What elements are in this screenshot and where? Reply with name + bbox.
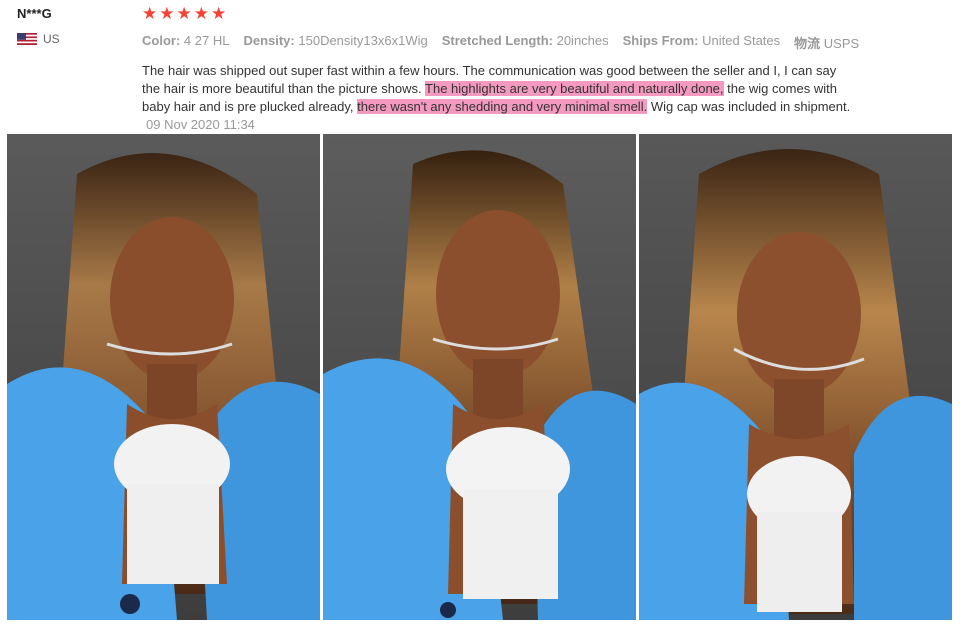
reviewer-country: US <box>17 32 60 46</box>
attribute-ships-from: Ships From: United States <box>622 33 781 48</box>
review-highlight: The highlights are very beautiful and na… <box>425 81 724 96</box>
star-icon: ★ <box>142 4 158 23</box>
reviewer-info: N***G US <box>17 6 60 46</box>
star-icon: ★ <box>176 4 192 23</box>
star-icon: ★ <box>159 4 175 23</box>
review-photos <box>7 134 952 620</box>
review-photo-2[interactable] <box>323 134 636 620</box>
reviewer-name: N***G <box>17 6 52 21</box>
review-photo-1[interactable] <box>7 134 320 620</box>
review-content: ★ ★ ★ ★ ★ Color: 4 27 HL Density: 150Den… <box>142 5 862 134</box>
attribute-length: Stretched Length: 20inches <box>441 33 609 48</box>
star-icon: ★ <box>193 4 209 23</box>
review-card: N***G US ★ ★ ★ ★ ★ Color: 4 27 HL Densit… <box>0 0 960 633</box>
attribute-density: Density: 150Density13x6x1Wig <box>243 33 428 48</box>
review-text: The hair was shipped out super fast with… <box>142 62 852 134</box>
review-highlight: there wasn't any shedding and very minim… <box>357 99 648 114</box>
us-flag-icon <box>17 33 37 45</box>
star-icon: ★ <box>211 4 227 23</box>
review-text-part: Wig cap was included in shipment. <box>650 99 851 114</box>
star-rating: ★ ★ ★ ★ ★ <box>142 5 862 23</box>
review-date: 09 Nov 2020 11:34 <box>146 117 255 132</box>
attribute-color: Color: 4 27 HL <box>142 33 230 48</box>
attribute-logistics: 物流 USPS <box>794 36 860 51</box>
country-code: US <box>43 32 60 46</box>
product-attributes: Color: 4 27 HL Density: 150Density13x6x1… <box>142 33 862 52</box>
review-photo-3[interactable] <box>639 134 952 620</box>
